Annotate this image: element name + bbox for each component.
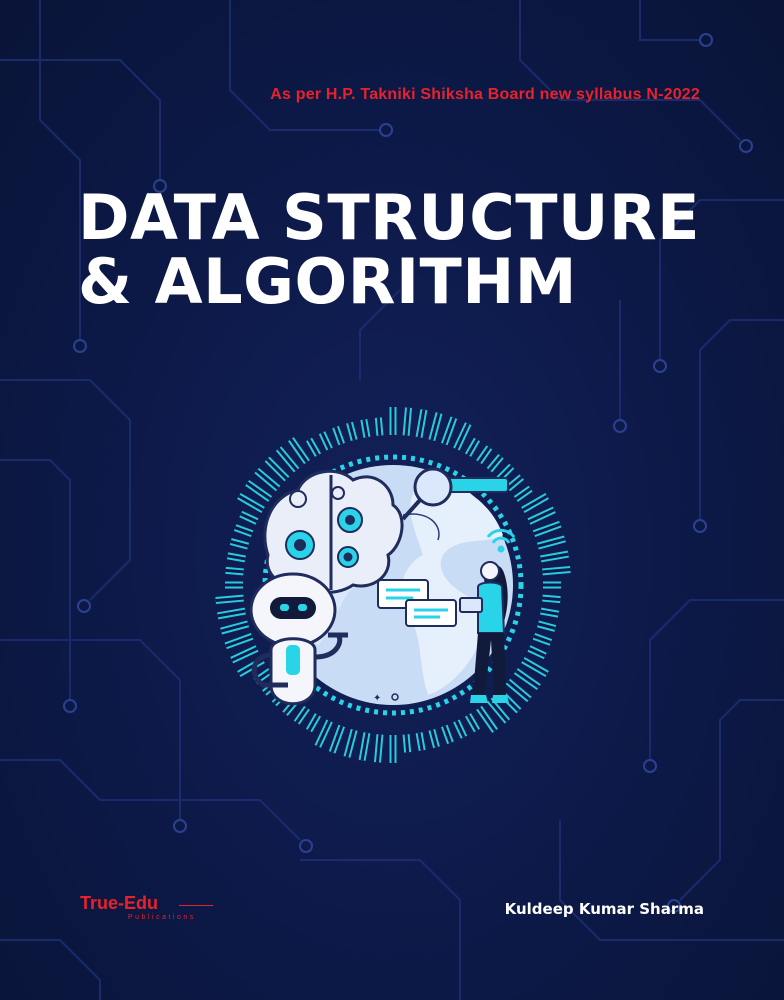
author-name: Kuldeep Kumar Sharma: [504, 900, 704, 918]
svg-text:✦: ✦: [373, 693, 381, 704]
tick-mark-inner: [266, 458, 288, 480]
publisher-subtitle: Publications: [128, 914, 196, 921]
tick-mark-inner: [515, 669, 540, 689]
ai-globe-illustration: ✦: [215, 407, 571, 763]
tick-mark-inner: [522, 658, 548, 676]
book-cover: As per H.P. Takniki Shiksha Board new sy…: [0, 0, 784, 1000]
publisher-rule: [179, 905, 213, 906]
syllabus-note: As per H.P. Takniki Shiksha Board new sy…: [270, 86, 700, 103]
book-title: DATA STRUCTURE & ALGORITHM: [78, 186, 700, 314]
book-title-line-2: & ALGORITHM: [78, 245, 577, 318]
tick-mark-inner: [477, 707, 497, 732]
tick-mark-inner: [404, 734, 410, 753]
tick-mark-inner: [289, 438, 309, 463]
tick-mark-inner: [316, 720, 331, 747]
tick-mark-inner: [277, 447, 298, 472]
tick-mark-inner: [506, 680, 531, 701]
publisher-logo: True-Edu Publications: [80, 893, 213, 921]
tick-mark-inner: [376, 417, 382, 436]
tick-mark-inner: [255, 469, 280, 490]
tick-mark-inner: [455, 423, 470, 450]
tick-mark-inner: [231, 647, 258, 662]
book-title-line-1: DATA STRUCTURE: [78, 181, 700, 254]
tick-mark-inner: [225, 568, 244, 574]
tick-mark-inner: [542, 596, 561, 602]
tick-mark-inner: [488, 698, 509, 723]
tick-mark-inner: [528, 508, 555, 523]
tick-mark-inner: [522, 494, 548, 512]
tick-mark-inner: [238, 494, 264, 512]
publisher-name: True-Edu: [80, 893, 159, 913]
tick-mark-inner: [246, 481, 271, 501]
